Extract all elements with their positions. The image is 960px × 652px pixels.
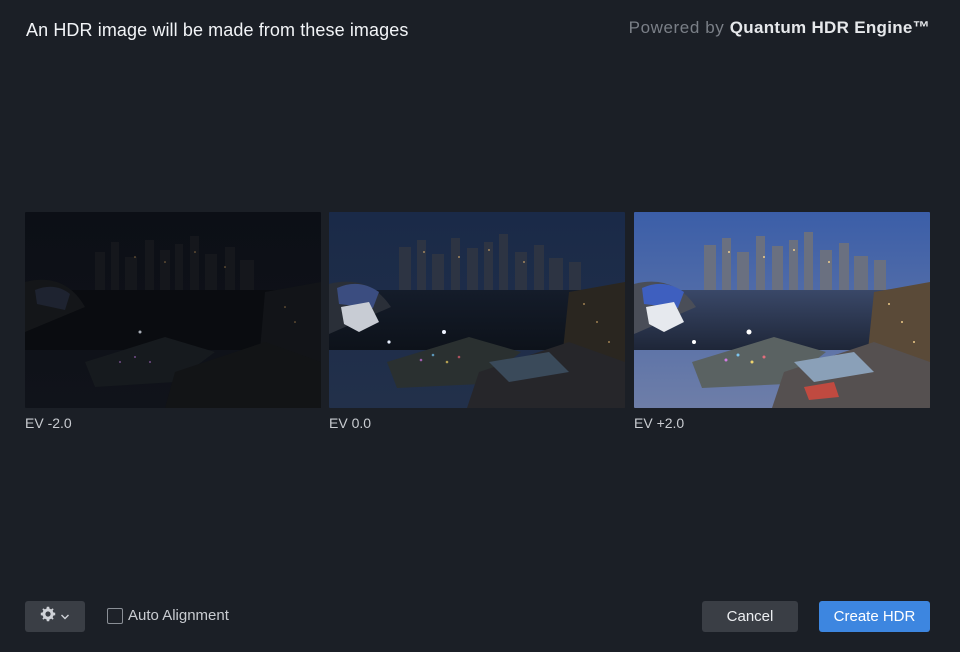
image-thumbnail-ev-minus-2[interactable]: EV -2.0 (25, 212, 321, 431)
photo-ev-0 (329, 212, 625, 408)
auto-alignment-label: Auto Alignment (128, 607, 229, 624)
image-thumbnail-ev-0[interactable]: EV 0.0 (329, 212, 625, 431)
create-hdr-button[interactable]: Create HDR (819, 601, 930, 632)
engine-brand: Quantum HDR Engine™ (729, 18, 930, 37)
gear-icon (40, 606, 56, 627)
photo-ev-minus-2 (25, 212, 321, 408)
image-thumbnail-ev-plus-2[interactable]: EV +2.0 (634, 212, 930, 431)
auto-alignment-option[interactable]: Auto Alignment (107, 607, 229, 624)
photo-ev-plus-2 (634, 212, 930, 408)
hdr-dialog: An HDR image will be made from these ima… (0, 0, 960, 652)
dialog-title: An HDR image will be made from these ima… (26, 20, 409, 40)
exposure-label: EV 0.0 (329, 415, 372, 431)
auto-alignment-checkbox[interactable] (107, 607, 123, 624)
cancel-button[interactable]: Cancel (702, 601, 798, 632)
settings-menu-button[interactable] (25, 601, 85, 632)
chevron-down-icon (60, 608, 70, 626)
exposure-label: EV +2.0 (634, 415, 685, 431)
bracketed-images: EV -2.0 EV 0.0 EV +2.0 (25, 212, 930, 442)
powered-by-label: Powered by Quantum HDR Engine™ (629, 18, 930, 38)
exposure-label: EV -2.0 (25, 415, 72, 431)
powered-prefix: Powered by (628, 18, 730, 37)
